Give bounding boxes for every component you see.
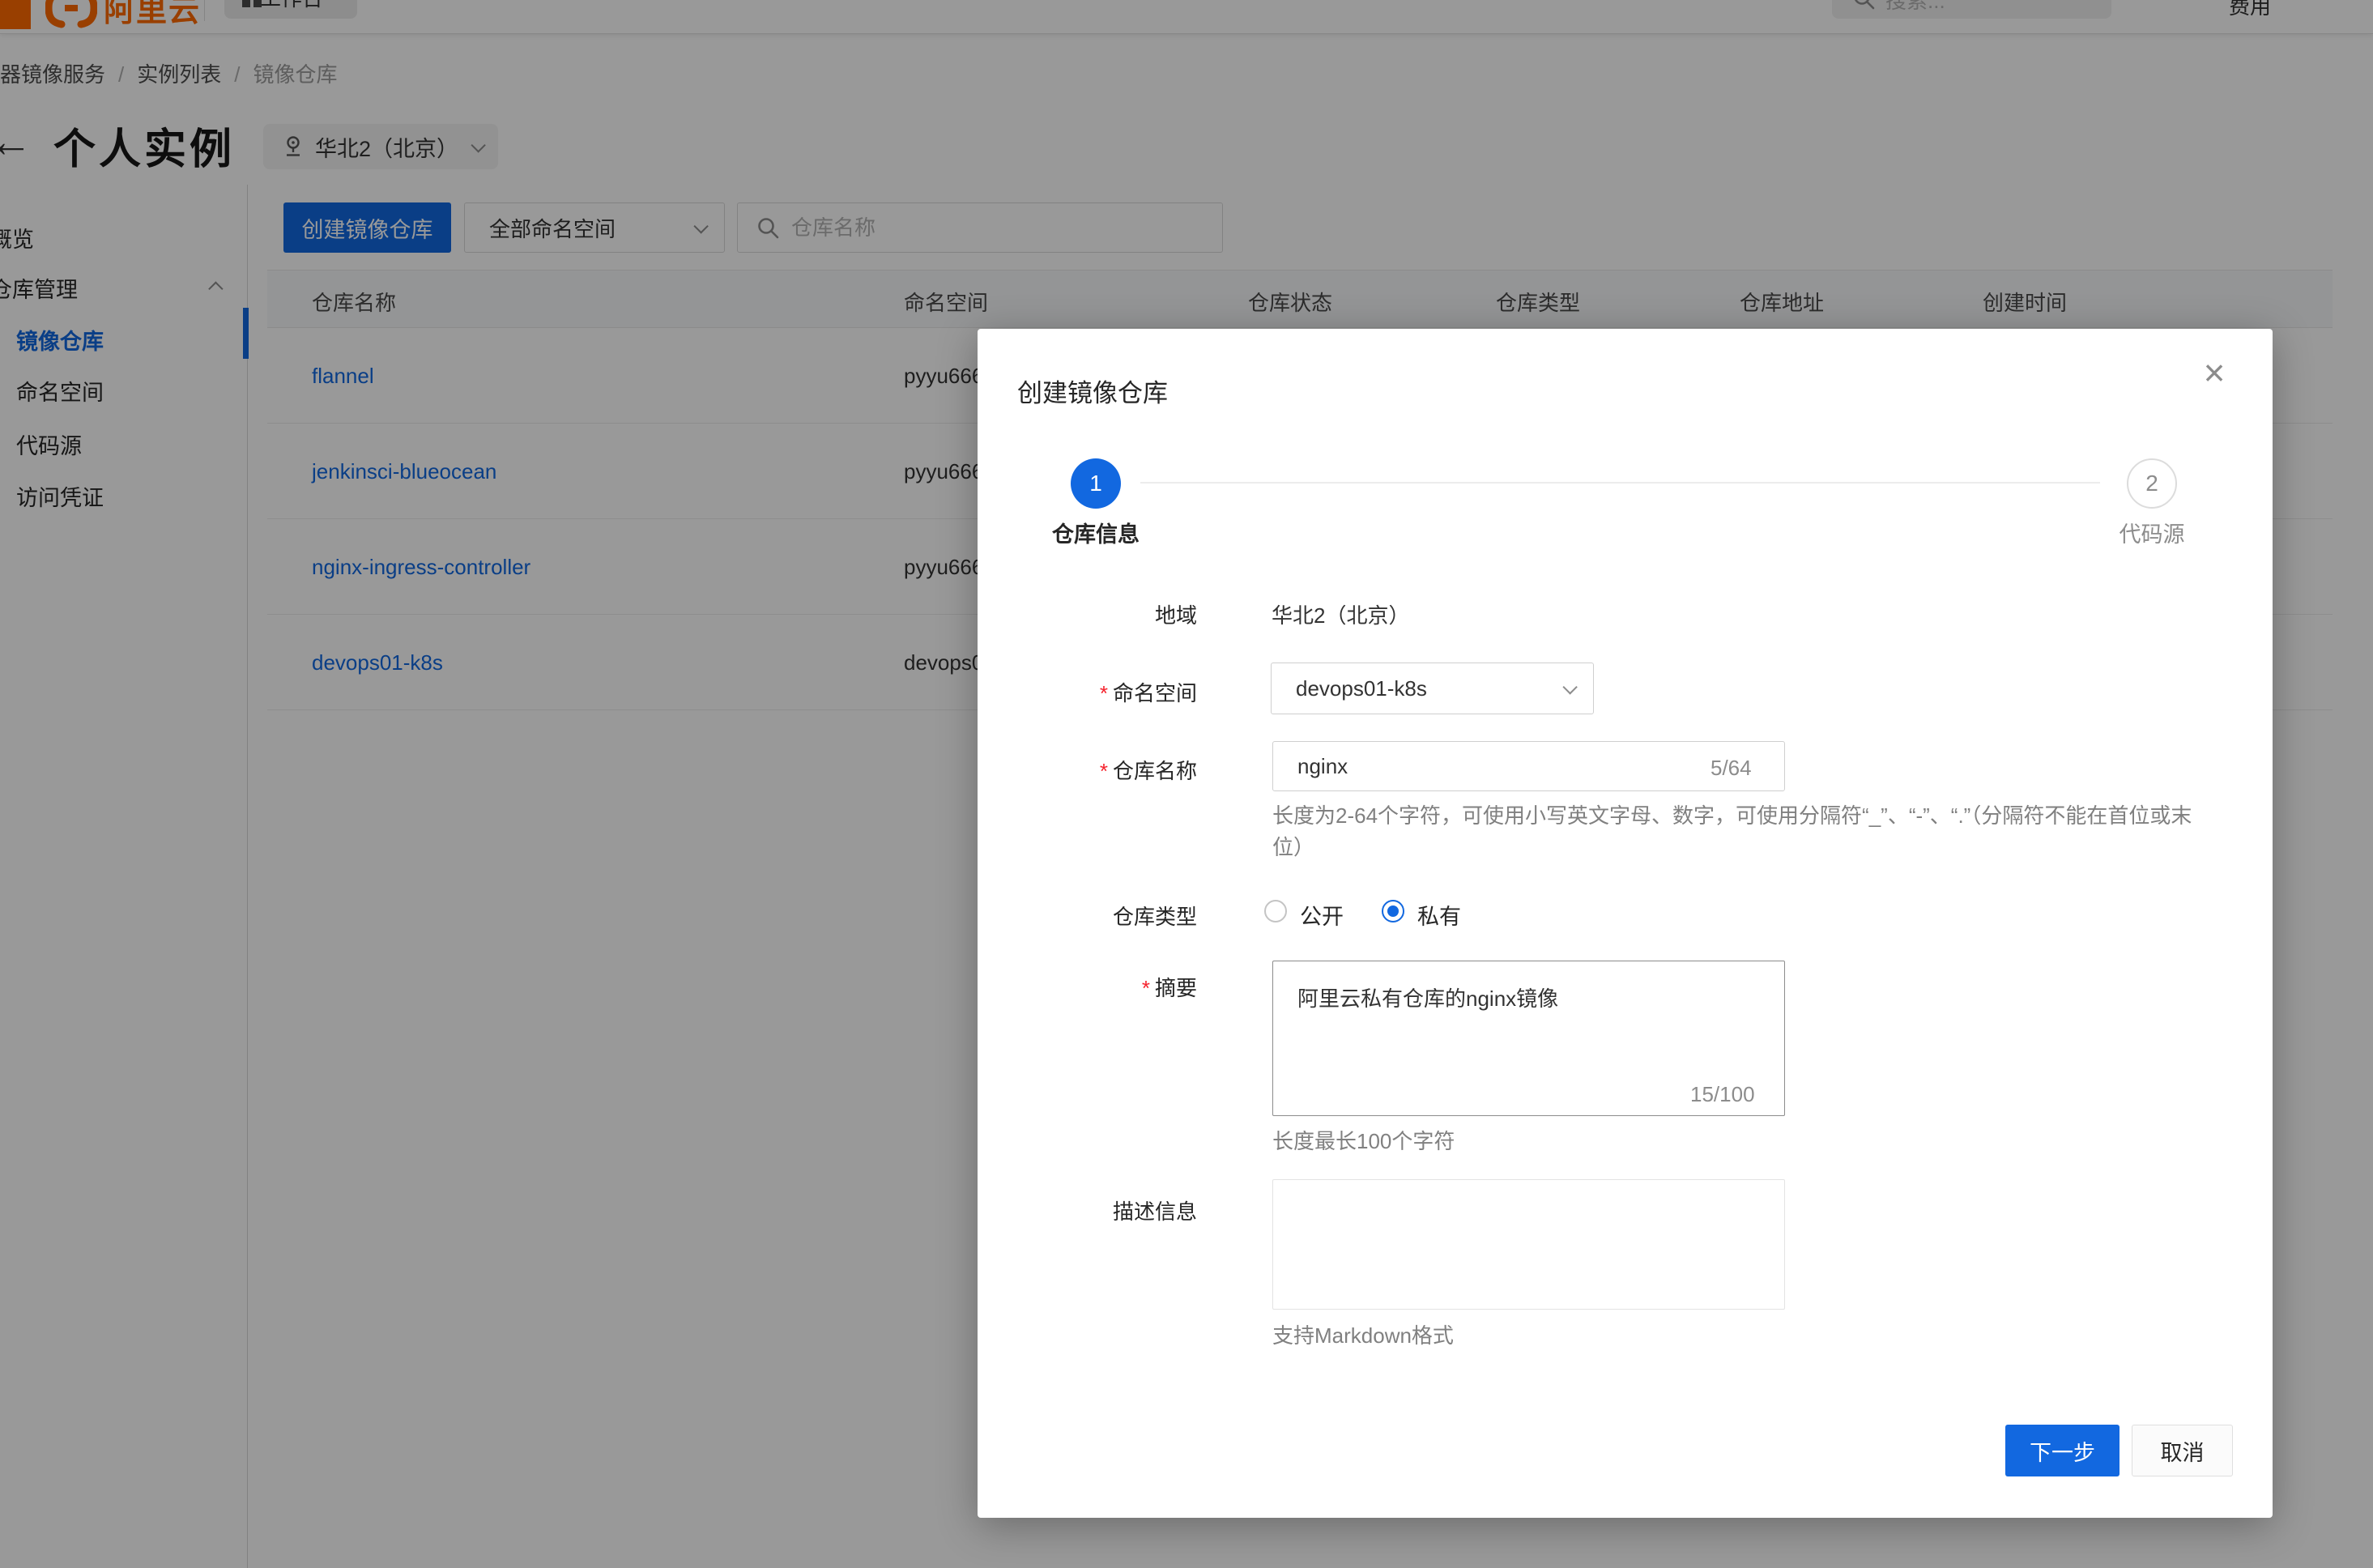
radio-private[interactable] [1382, 900, 1404, 922]
repo-name-label: 仓库名称 [1077, 755, 1197, 785]
step-1-label: 仓库信息 [1015, 517, 1177, 548]
cancel-button[interactable]: 取消 [2132, 1425, 2233, 1476]
summary-label: 摘要 [1077, 972, 1197, 1002]
step-2-circle: 2 [2127, 458, 2177, 509]
namespace-select-value: devops01-k8s [1296, 676, 1563, 701]
radio-private-label[interactable]: 私有 [1417, 899, 1461, 931]
radio-public-label[interactable]: 公开 [1300, 899, 1344, 931]
region-label: 地域 [1077, 599, 1197, 629]
description-helper: 支持Markdown格式 [1272, 1320, 1454, 1352]
step-1-circle: 1 [1071, 458, 1121, 509]
repo-name-helper: 长度为2-64个字符，可使用小写英文字母、数字，可使用分隔符“_”、“-”、“.… [1272, 800, 2200, 863]
summary-counter: 15/100 [1690, 1082, 1755, 1107]
modal-title: 创建镜像仓库 [1017, 373, 1168, 409]
repo-name-input[interactable] [1272, 741, 1785, 791]
summary-helper: 长度最长100个字符 [1272, 1126, 1455, 1157]
description-textarea[interactable] [1272, 1179, 1785, 1310]
chevron-down-icon [1562, 680, 1577, 694]
console-page: 阿里云 工作台 费用 容器镜像服务/实例列表/镜像仓库 ← 个人实例 华北2（北… [0, 0, 2373, 1568]
repo-type-label: 仓库类型 [1077, 901, 1197, 931]
description-label: 描述信息 [1077, 1195, 1197, 1225]
close-icon[interactable]: × [2192, 350, 2237, 395]
namespace-label: 命名空间 [1077, 677, 1197, 707]
step-connector [1140, 482, 2100, 484]
radio-public[interactable] [1264, 900, 1287, 922]
create-repo-modal: 创建镜像仓库 × 1 2 仓库信息 代码源 地域 华北2（北京） 命名空间 de… [978, 329, 2273, 1518]
repo-name-counter: 5/64 [1711, 756, 1752, 781]
next-step-button[interactable]: 下一步 [2005, 1425, 2120, 1476]
step-2-label: 代码源 [2071, 517, 2233, 548]
region-value: 华北2（北京） [1272, 599, 1409, 629]
namespace-select[interactable]: devops01-k8s [1271, 663, 1594, 714]
